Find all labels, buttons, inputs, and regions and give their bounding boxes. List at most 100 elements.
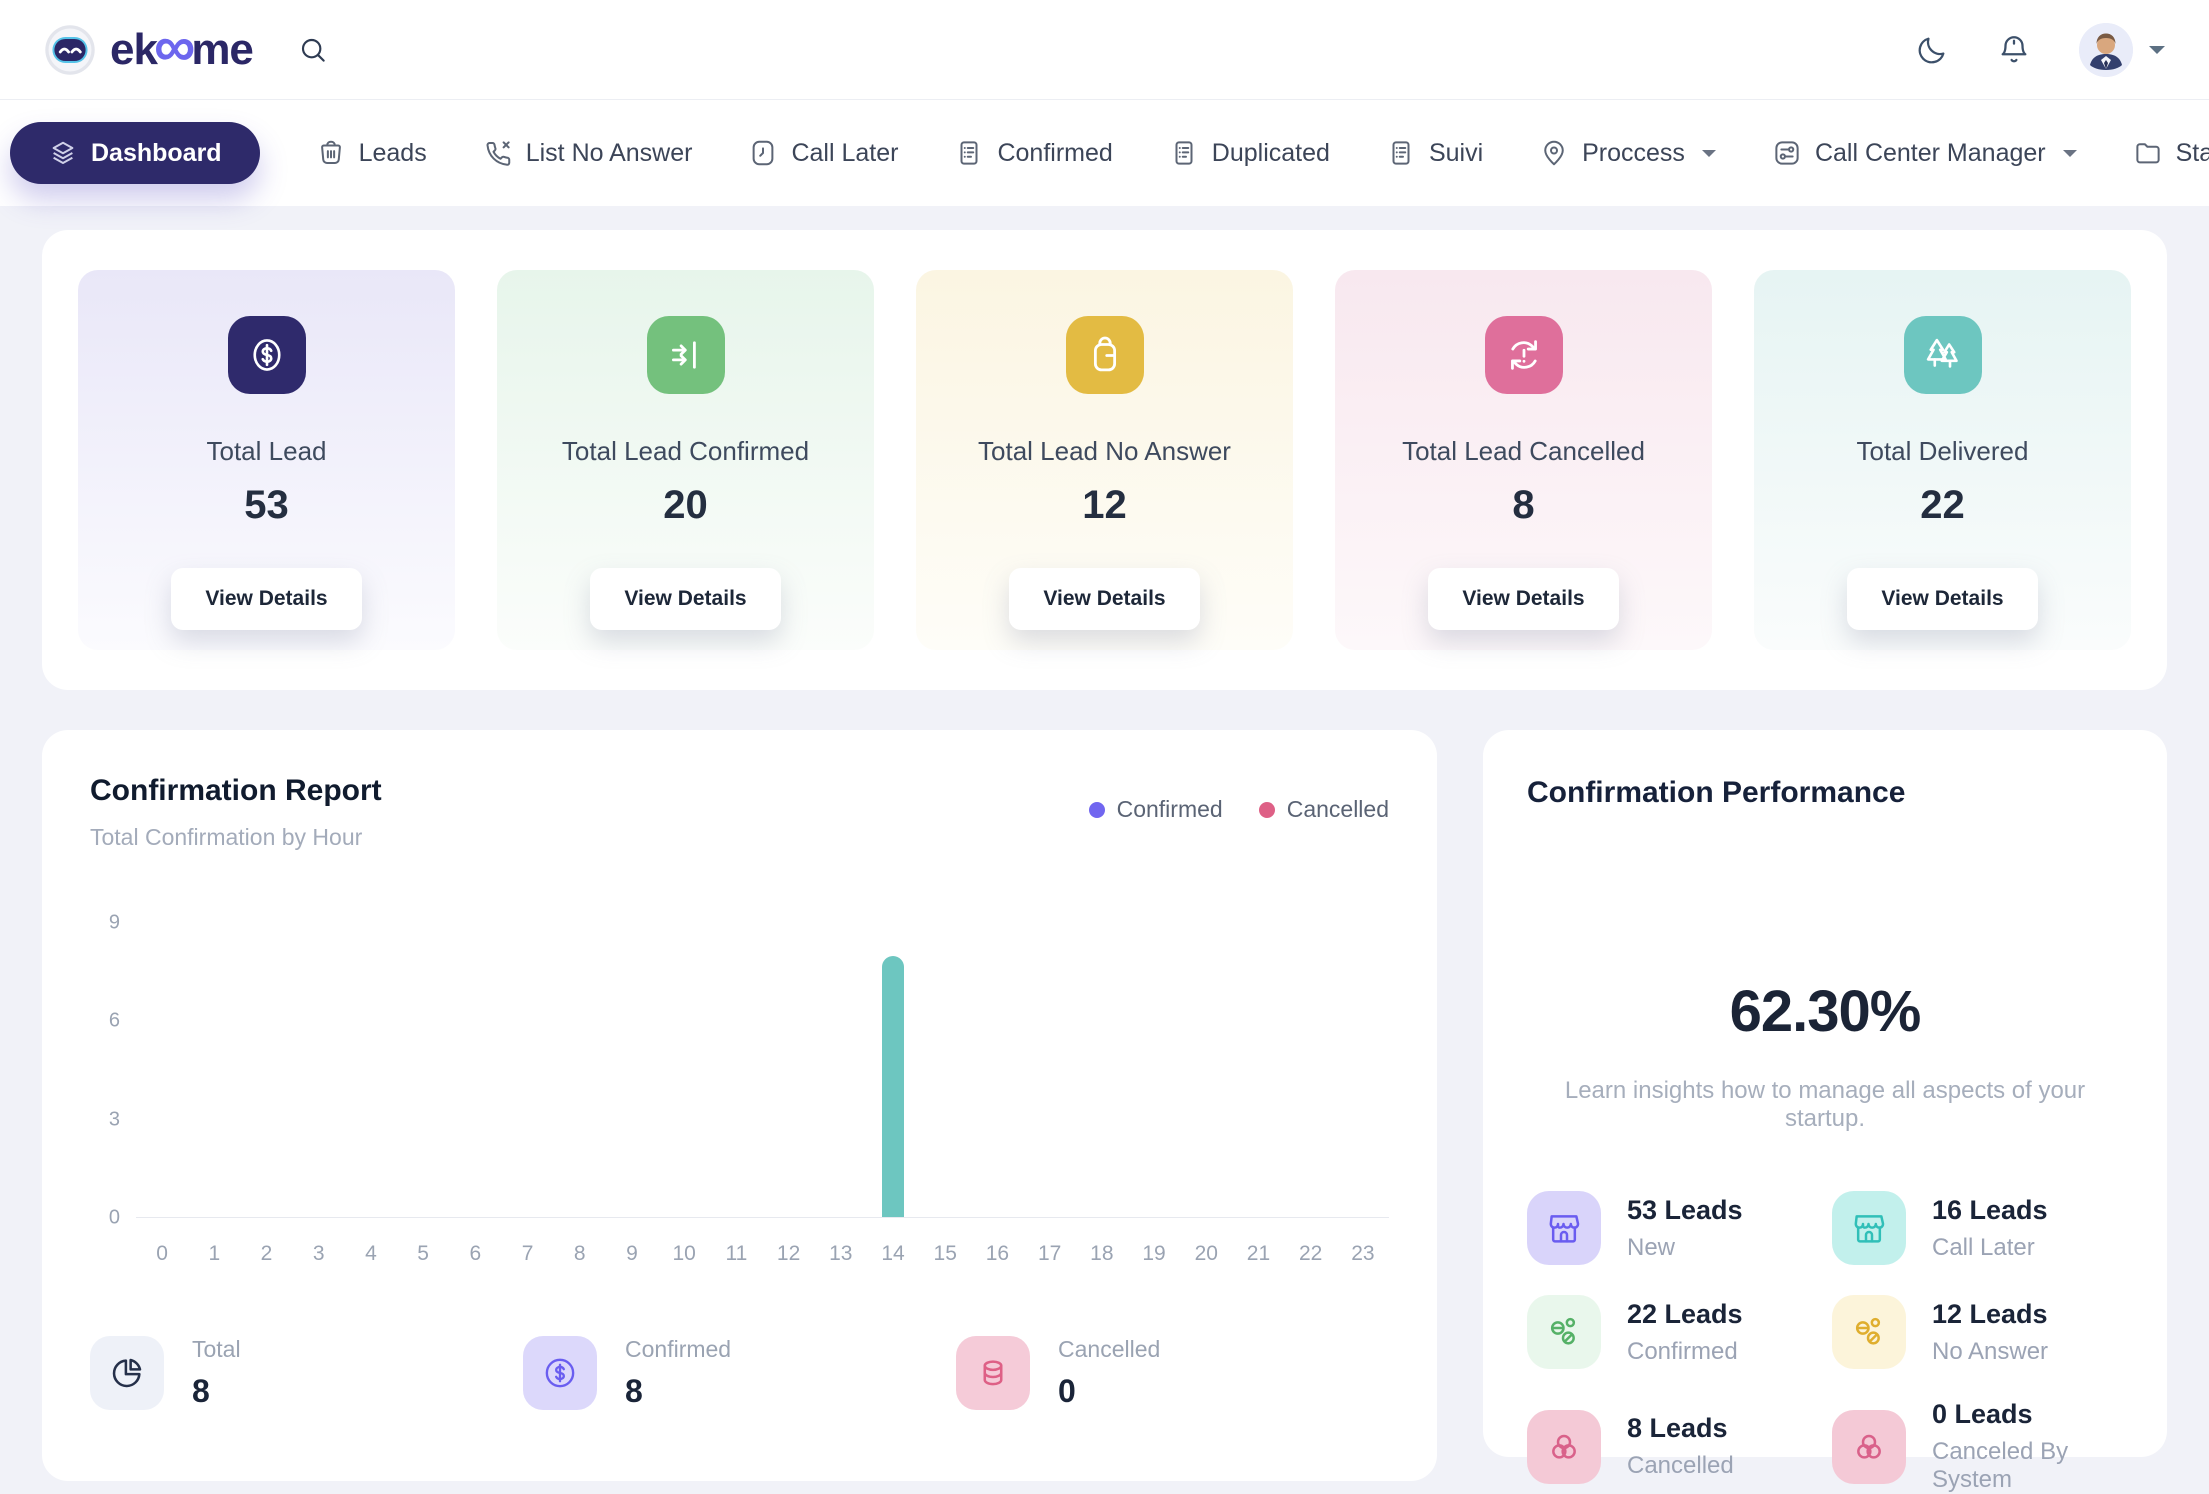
view-details-button[interactable]: View Details <box>1847 568 2037 630</box>
stat-card-total-lead-no-answer: Total Lead No Answer 12 View Details <box>916 270 1293 650</box>
legend-dot-confirmed <box>1089 802 1105 818</box>
lead-item-new: 53 Leads New <box>1527 1191 1818 1265</box>
x-tick-label: 0 <box>136 1242 188 1266</box>
stat-card-total-lead: Total Lead 53 View Details <box>78 270 455 650</box>
nav-label: Dashboard <box>91 139 222 168</box>
search-icon[interactable] <box>297 34 329 66</box>
stat-value: 53 <box>244 483 289 528</box>
view-details-button[interactable]: View Details <box>590 568 780 630</box>
header: ek∞me <box>0 0 2209 100</box>
bar-cell <box>710 923 762 1217</box>
total-value: 0 <box>1058 1373 1160 1410</box>
stat-value: 8 <box>1512 483 1534 528</box>
bar-cell <box>1285 923 1337 1217</box>
lead-label: Call Later <box>1932 1234 2048 1262</box>
bar-cell <box>606 923 658 1217</box>
confirmation-bar-chart: 0369 01234567891011121314151617181920212… <box>90 923 1389 1266</box>
dollar-circle-icon <box>523 1336 597 1410</box>
map-pin-icon <box>1539 138 1569 168</box>
arrows-to-line-icon <box>647 316 725 394</box>
chart-y-axis: 0369 <box>90 923 136 1218</box>
main-nav: Dashboard Leads List No Answer Call Late… <box>0 100 2209 206</box>
total-label: Cancelled <box>1058 1336 1160 1363</box>
folder-icon <box>2133 138 2163 168</box>
chart-plot <box>136 923 1389 1218</box>
bell-icon[interactable] <box>1997 33 2031 67</box>
stat-label: Total Lead <box>207 436 327 467</box>
lead-label: Confirmed <box>1627 1338 1743 1366</box>
bar-cell <box>762 923 814 1217</box>
total-item-total: Total 8 <box>90 1336 523 1410</box>
nav-label: Confirmed <box>997 139 1112 168</box>
nav-item-statistics[interactable]: Statistics <box>2133 138 2209 168</box>
bar-cell <box>919 923 971 1217</box>
view-details-button[interactable]: View Details <box>1009 568 1199 630</box>
phone-x-icon <box>483 138 513 168</box>
bar-cell <box>1024 923 1076 1217</box>
circles-icon <box>1832 1410 1906 1484</box>
x-tick-label: 8 <box>554 1242 606 1266</box>
nav-label: Call Later <box>791 139 898 168</box>
nav-item-list-no-answer[interactable]: List No Answer <box>483 138 693 168</box>
x-tick-label: 22 <box>1285 1242 1337 1266</box>
backpack-icon <box>1066 316 1144 394</box>
lead-label: Canceled By System <box>1932 1438 2123 1494</box>
lead-value: 53 Leads <box>1627 1195 1743 1226</box>
stat-card-total-lead-cancelled: Total Lead Cancelled 8 View Details <box>1335 270 1712 650</box>
x-tick-label: 14 <box>867 1242 919 1266</box>
stats-section: Total Lead 53 View Details Total Lead Co… <box>42 230 2167 690</box>
total-value: 8 <box>625 1373 731 1410</box>
lead-item-cancelled: 8 Leads Cancelled <box>1527 1399 1818 1494</box>
chevron-down-icon <box>1702 150 1716 164</box>
nav-label: Suivi <box>1429 139 1483 168</box>
nav-item-proccess[interactable]: Proccess <box>1539 138 1716 168</box>
bar-cell <box>240 923 292 1217</box>
stat-label: Total Delivered <box>1857 436 2029 467</box>
x-tick-label: 16 <box>971 1242 1023 1266</box>
refresh-alert-icon <box>1485 316 1563 394</box>
coins-icon <box>1527 1295 1601 1369</box>
total-label: Total <box>192 1336 241 1363</box>
chart-x-axis: 01234567891011121314151617181920212223 <box>136 1242 1389 1266</box>
total-label: Confirmed <box>625 1336 731 1363</box>
nav-item-call-center-manager[interactable]: Call Center Manager <box>1772 138 2077 168</box>
pie-icon <box>90 1336 164 1410</box>
nav-item-call-later[interactable]: Call Later <box>748 138 898 168</box>
lead-value: 8 Leads <box>1627 1413 1734 1444</box>
moon-icon[interactable] <box>1915 33 1949 67</box>
x-tick-label: 12 <box>762 1242 814 1266</box>
layers-icon <box>48 138 78 168</box>
x-tick-label: 7 <box>501 1242 553 1266</box>
avatar[interactable] <box>2079 23 2133 77</box>
app-logo[interactable]: ek∞me <box>44 24 253 76</box>
legend-item-confirmed[interactable]: Confirmed <box>1089 796 1223 823</box>
bar-confirmed-hour-14[interactable] <box>882 956 904 1217</box>
caret-down-icon[interactable] <box>2149 46 2165 62</box>
stat-label: Total Lead Confirmed <box>562 436 809 467</box>
lead-value: 16 Leads <box>1932 1195 2048 1226</box>
lead-value: 0 Leads <box>1932 1399 2123 1430</box>
lead-item-no-answer: 12 Leads No Answer <box>1832 1295 2123 1369</box>
store-icon <box>1527 1191 1601 1265</box>
chevron-down-icon <box>2063 150 2077 164</box>
nav-item-leads[interactable]: Leads <box>316 138 427 168</box>
view-details-button[interactable]: View Details <box>1428 568 1618 630</box>
coins-icon <box>1832 1295 1906 1369</box>
nav-item-dashboard[interactable]: Dashboard <box>10 122 260 184</box>
view-details-button[interactable]: View Details <box>171 568 361 630</box>
bar-cell <box>397 923 449 1217</box>
confirmation-report-card: Confirmation Report Total Confirmation b… <box>42 730 1437 1481</box>
nav-item-suivi[interactable]: Suivi <box>1386 138 1483 168</box>
legend-item-cancelled[interactable]: Cancelled <box>1259 796 1389 823</box>
x-tick-label: 13 <box>815 1242 867 1266</box>
circles-icon <box>1527 1410 1601 1484</box>
x-tick-label: 20 <box>1180 1242 1232 1266</box>
nav-label: Call Center Manager <box>1815 139 2046 168</box>
y-tick-label: 6 <box>109 1010 120 1033</box>
nav-item-confirmed[interactable]: Confirmed <box>954 138 1112 168</box>
y-tick-label: 9 <box>109 912 120 935</box>
report-totals: Total 8 Confirmed 8 <box>90 1336 1389 1410</box>
nav-item-duplicated[interactable]: Duplicated <box>1169 138 1330 168</box>
user-menu[interactable] <box>2079 23 2165 77</box>
confirmation-performance-card: Confirmation Performance 62.30% Learn in… <box>1483 730 2167 1457</box>
